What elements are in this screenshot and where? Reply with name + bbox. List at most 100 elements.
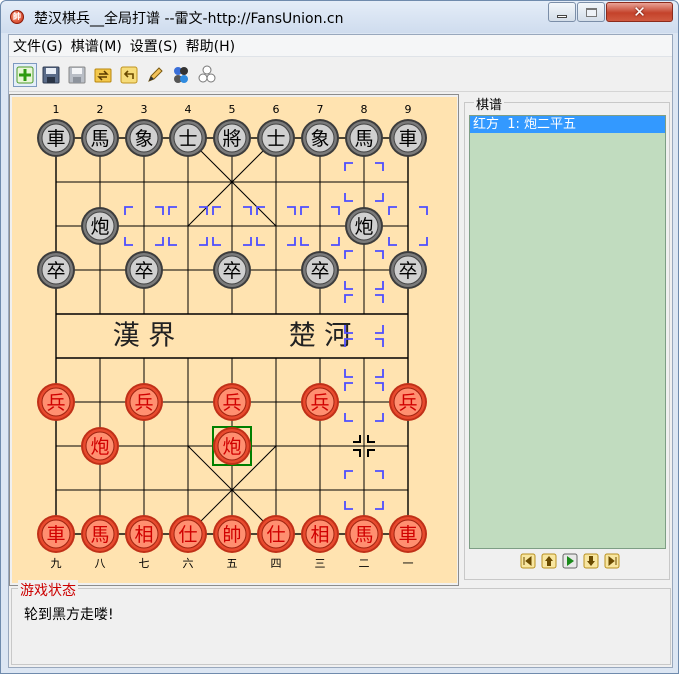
toolbar: [9, 58, 672, 92]
bottom-file-number: 二: [359, 557, 370, 570]
minimize-button[interactable]: [548, 2, 576, 22]
piece-char: 相: [134, 524, 153, 546]
bottom-file-number: 九: [51, 557, 62, 570]
piece-char: 帥: [222, 524, 241, 546]
top-file-number: 3: [141, 103, 148, 116]
maximize-button[interactable]: [577, 2, 605, 22]
play-button[interactable]: [562, 553, 578, 569]
close-button[interactable]: ✕: [606, 2, 673, 22]
gray-circles-icon: [198, 65, 216, 82]
first-move-button[interactable]: [520, 553, 536, 569]
piece-char: 象: [134, 128, 153, 150]
close-icon: ✕: [633, 2, 646, 21]
record-title: 棋谱: [474, 94, 505, 113]
piece-char: 士: [178, 128, 197, 150]
edit-button[interactable]: [143, 63, 167, 87]
next-move-button[interactable]: [583, 553, 599, 569]
piece-char: 卒: [46, 260, 65, 282]
xiangqi-board[interactable]: 漢 界楚 河123456789九八七六五四三二一車馬象士將士象馬車炮炮卒卒卒卒卒…: [12, 97, 457, 583]
floppy-gray-icon: [68, 66, 86, 83]
prev-move-icon: [541, 553, 557, 569]
last-move-icon: [604, 553, 620, 569]
piece-char: 兵: [134, 392, 153, 414]
status-message: 轮到黑方走喽!: [24, 607, 114, 623]
play-icon: [562, 553, 578, 569]
piece-char: 馬: [90, 524, 109, 546]
top-file-number: 2: [97, 103, 104, 116]
piece-char: 卒: [310, 260, 329, 282]
open-button[interactable]: [91, 63, 115, 87]
top-file-number: 7: [317, 103, 324, 116]
bottom-file-number: 五: [227, 557, 238, 570]
status-panel: 游戏状态 轮到黑方走喽!: [11, 580, 671, 665]
piece-char: 兵: [310, 392, 329, 414]
piece-char: 象: [310, 128, 329, 150]
river-label-left: 漢 界: [113, 321, 176, 352]
move-navigation: [520, 553, 620, 569]
record-panel: 棋谱 红方 1: 炮二平五: [462, 94, 672, 586]
save-as-button[interactable]: [65, 63, 89, 87]
piece-char: 將: [222, 128, 241, 150]
new-game-button[interactable]: [13, 62, 37, 87]
piece-char: 馬: [90, 128, 109, 150]
maximize-icon: [585, 7, 597, 17]
save-button[interactable]: [39, 63, 63, 87]
top-file-number: 4: [185, 103, 192, 116]
pencil-icon: [148, 66, 163, 82]
title-bar[interactable]: 帥 楚汉棋兵__全局打谱 --雷文-http://FansUnion.cn ✕: [1, 1, 678, 33]
piece-char: 車: [46, 128, 65, 150]
status-title: 游戏状态: [18, 580, 78, 600]
menu-record[interactable]: 棋谱(M): [67, 36, 126, 56]
move-list[interactable]: 红方 1: 炮二平五: [469, 115, 666, 549]
bottom-file-number: 三: [315, 557, 326, 570]
river-label-right: 楚 河: [289, 321, 352, 352]
floppy-icon: [42, 66, 60, 83]
piece-char: 卒: [134, 260, 153, 282]
colored-circles-icon: [174, 66, 188, 83]
move-row[interactable]: 红方 1: 炮二平五: [470, 116, 665, 133]
piece-char: 卒: [222, 260, 241, 282]
first-move-icon: [520, 553, 536, 569]
next-move-icon: [583, 553, 599, 569]
bottom-file-number: 八: [95, 557, 106, 570]
piece-char: 相: [310, 524, 329, 546]
client-area: 文件(G) 棋谱(M) 设置(S) 帮助(H) 漢 界 楚 河 1 2 3 4 …: [8, 34, 673, 668]
minimize-icon: [557, 14, 567, 18]
piece-char: 馬: [354, 524, 373, 546]
top-file-number: 5: [229, 103, 236, 116]
red-first-button[interactable]: [169, 63, 193, 87]
top-file-number: 9: [405, 103, 412, 116]
board-panel: 漢 界楚 河123456789九八七六五四三二一車馬象士將士象馬車炮炮卒卒卒卒卒…: [9, 94, 459, 586]
piece-char: 卒: [398, 260, 417, 282]
green-plus-icon: [16, 66, 34, 83]
piece-char: 炮: [354, 216, 373, 238]
piece-char: 炮: [90, 216, 109, 238]
menu-help[interactable]: 帮助(H): [182, 36, 239, 56]
black-first-button[interactable]: [195, 63, 219, 87]
bottom-file-number: 四: [271, 557, 282, 570]
piece-char: 仕: [266, 524, 285, 546]
piece-char: 車: [398, 128, 417, 150]
undo-arrow-icon: [120, 66, 138, 83]
last-move-button[interactable]: [604, 553, 620, 569]
window-title: 楚汉棋兵__全局打谱 --雷文-http://FansUnion.cn: [34, 11, 344, 27]
top-file-number: 1: [53, 103, 60, 116]
bottom-file-number: 一: [403, 557, 414, 570]
prev-move-button[interactable]: [541, 553, 557, 569]
undo-button[interactable]: [117, 63, 141, 87]
menu-file[interactable]: 文件(G): [9, 36, 67, 56]
board-canvas[interactable]: 漢 界楚 河1 2 3 4 5 6 7 8 9九八七六五四三二一車馬象士將士象馬車炮 炮卒卒卒卒卒…: [12, 97, 457, 583]
piece-char: 炮: [222, 436, 241, 458]
piece-char: 仕: [178, 524, 197, 546]
piece-char: 炮: [90, 436, 109, 458]
piece-char: 士: [266, 128, 285, 150]
menu-settings[interactable]: 设置(S): [126, 36, 182, 56]
bottom-file-number: 六: [183, 557, 194, 570]
piece-char: 車: [398, 524, 417, 546]
piece-char: 車: [46, 524, 65, 546]
menu-bar: 文件(G) 棋谱(M) 设置(S) 帮助(H): [9, 35, 672, 57]
bottom-file-number: 七: [139, 557, 150, 570]
folder-arrows-icon: [94, 68, 112, 82]
top-file-number: 8: [361, 103, 368, 116]
piece-char: 兵: [398, 392, 417, 414]
